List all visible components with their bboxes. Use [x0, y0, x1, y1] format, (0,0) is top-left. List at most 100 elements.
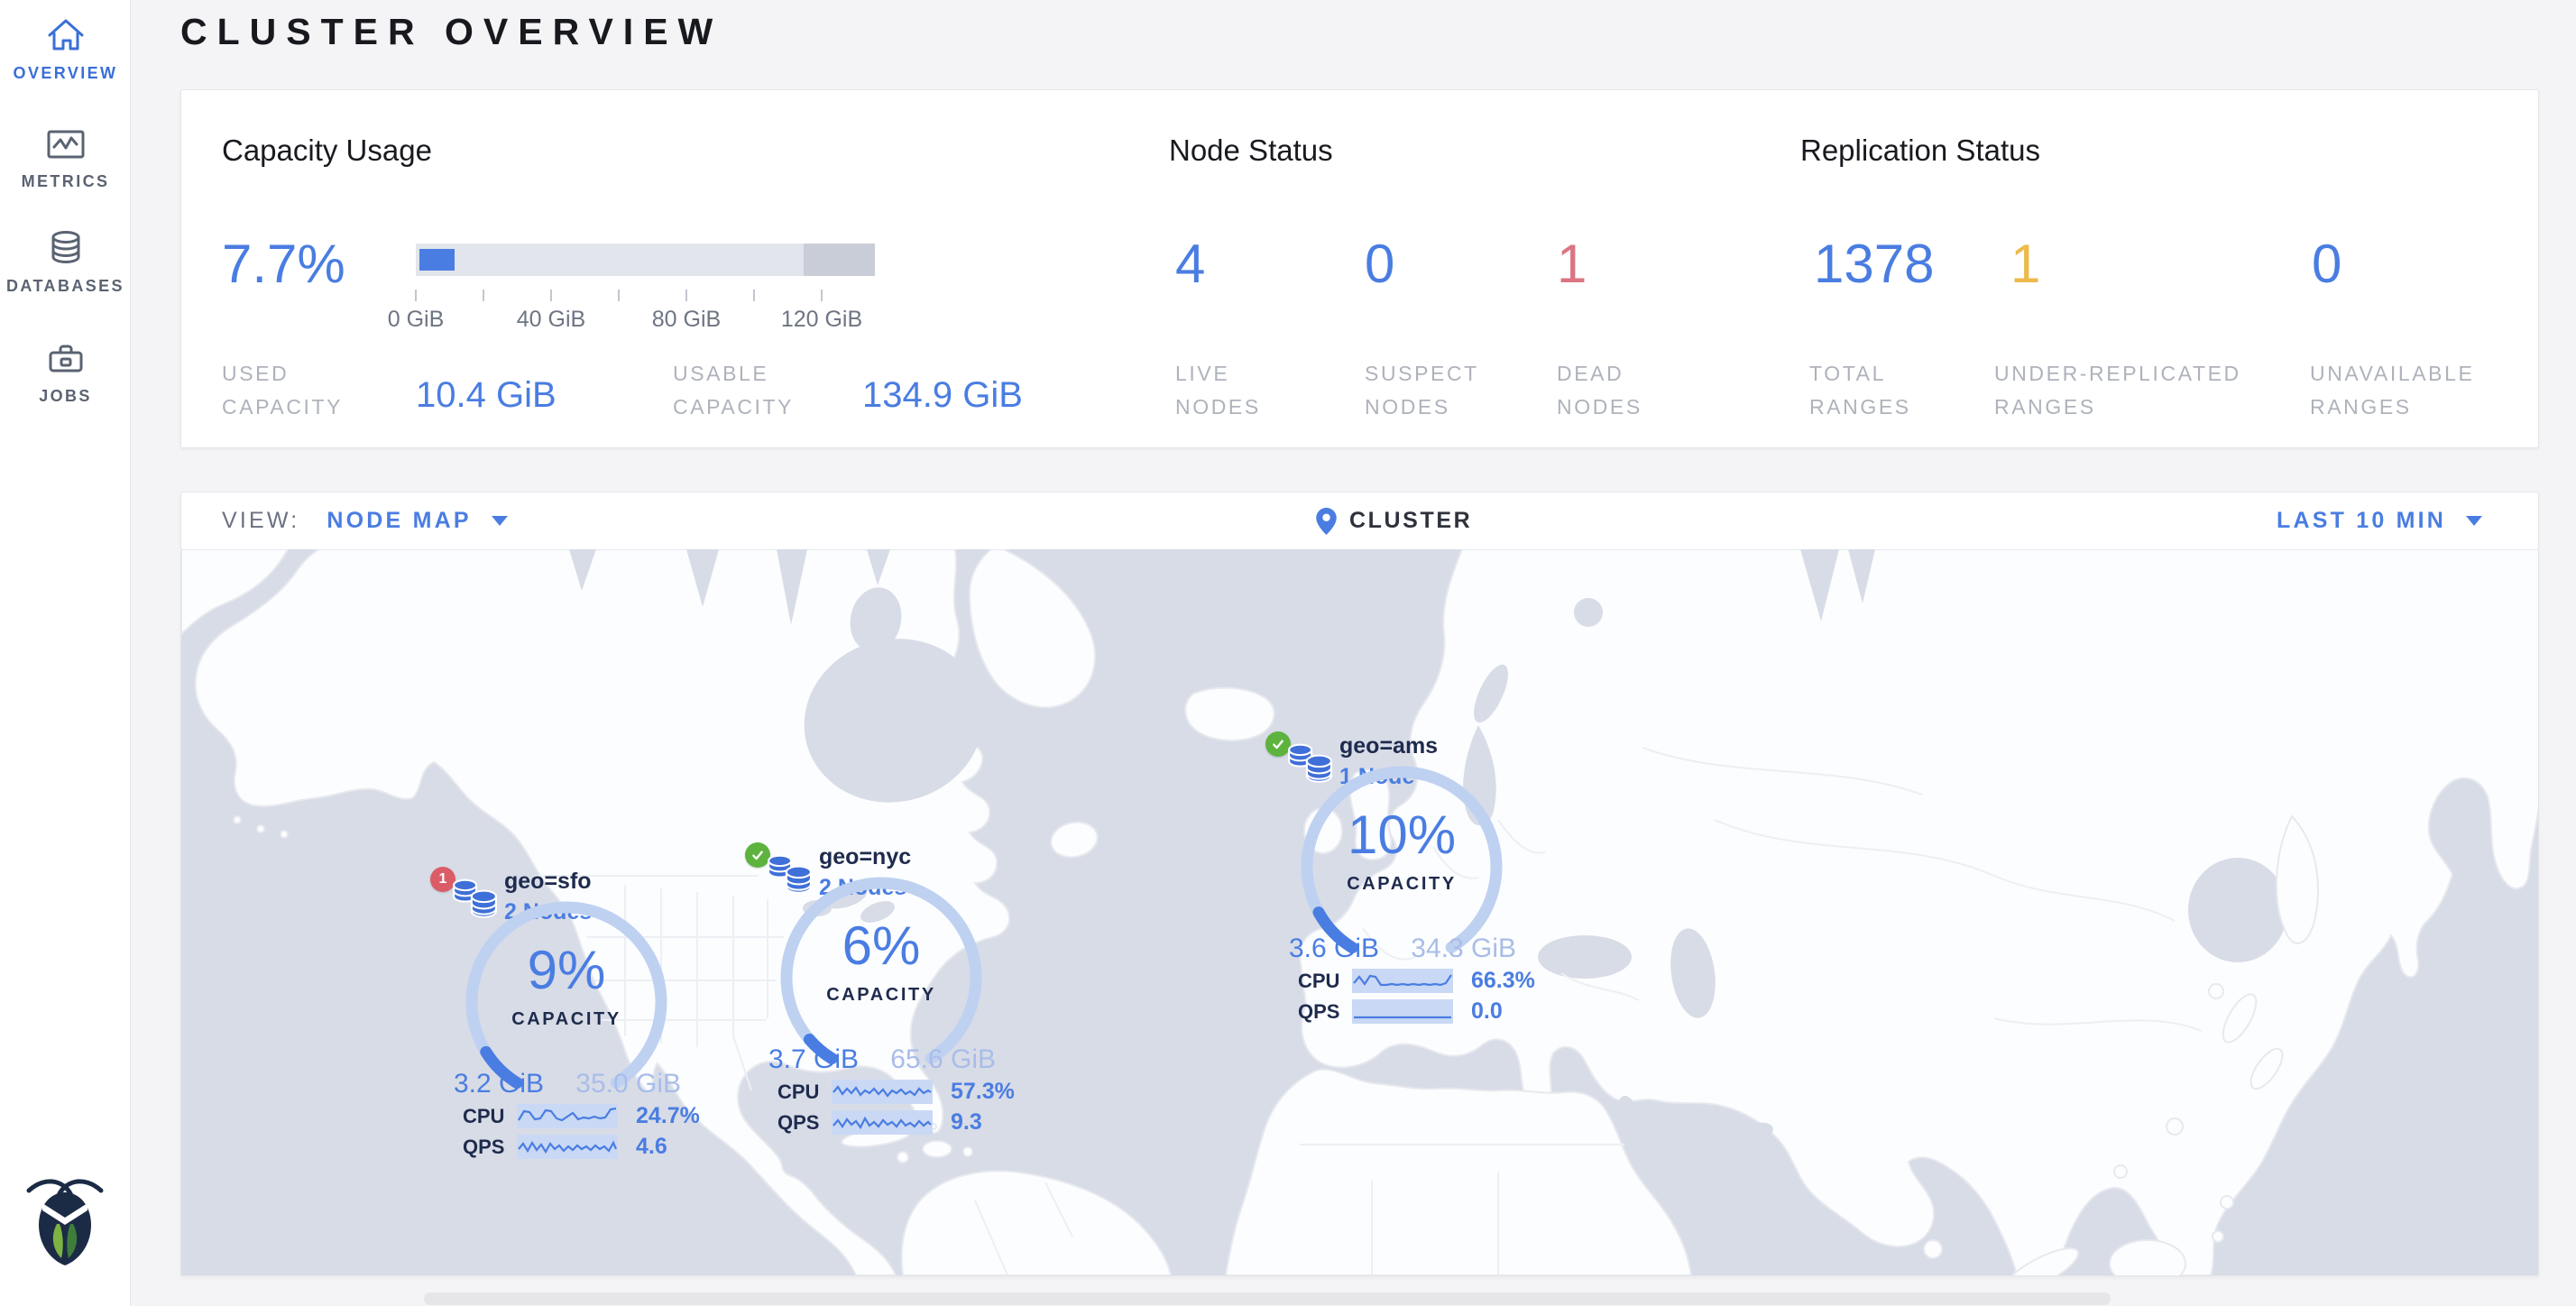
used-capacity: 3.2 GiB — [454, 1069, 544, 1099]
gauge-caption: CAPACITY — [1293, 874, 1510, 895]
time-range-value[interactable]: LAST 10 MIN — [2277, 508, 2446, 534]
live-nodes-label: LIVENODES — [1175, 357, 1261, 424]
unavailable-ranges-count: 0 — [2312, 233, 2341, 295]
axis-tick — [821, 290, 823, 301]
chevron-down-icon[interactable] — [492, 516, 508, 526]
axis-tick — [685, 290, 687, 301]
horizontal-scrollbar[interactable] — [424, 1292, 2111, 1305]
cpu-label: CPU — [463, 1105, 517, 1128]
sidebar: OVERVIEW METRICS DATABASES JOBS — [0, 0, 131, 1306]
sidebar-item-databases[interactable]: DATABASES — [0, 229, 131, 296]
capacity-range: 3.6 GiB 34.3 GiB — [1289, 934, 1516, 964]
locality-name[interactable]: geo=sfo — [504, 869, 592, 895]
suspect-nodes-count: 0 — [1365, 233, 1394, 295]
cpu-metric-row: CPU 57.3% — [777, 1079, 1019, 1105]
cpu-label: CPU — [1298, 970, 1352, 993]
gauge-percent: 10% — [1293, 804, 1510, 866]
capacity-bar — [416, 244, 875, 276]
gauge-caption: CAPACITY — [773, 985, 989, 1006]
capacity-used-percent: 7.7% — [222, 233, 345, 295]
total-capacity: 35.0 GiB — [575, 1069, 681, 1099]
qps-value: 0.0 — [1471, 998, 1503, 1025]
unavailable-ranges-label: UNAVAILABLERANGES — [2310, 357, 2474, 424]
database-icon — [46, 229, 86, 269]
cpu-value: 57.3% — [951, 1079, 1015, 1105]
usable-capacity-value: 134.9 GiB — [862, 375, 1023, 416]
cpu-sparkline — [517, 1104, 618, 1128]
suspect-nodes-label: SUSPECTNODES — [1365, 357, 1479, 424]
total-ranges-count: 1378 — [1814, 233, 1934, 295]
qps-value: 4.6 — [636, 1134, 667, 1160]
qps-metric-row: QPS 9.3 — [777, 1109, 1019, 1136]
qps-label: QPS — [777, 1111, 832, 1135]
replication-status-title: Replication Status — [1800, 133, 2040, 168]
locality-marker-sfo[interactable]: 1 geo=sfo 2 Nodes 9% CAPACITY 3.2 GiB 35… — [427, 867, 708, 1168]
sidebar-item-overview[interactable]: OVERVIEW — [0, 16, 131, 83]
sidebar-item-label: JOBS — [0, 387, 131, 406]
qps-sparkline — [517, 1135, 618, 1159]
sidebar-item-metrics[interactable]: METRICS — [0, 124, 131, 191]
view-label: VIEW: — [222, 508, 299, 534]
chevron-down-icon[interactable] — [2466, 516, 2482, 526]
qps-sparkline — [832, 1110, 933, 1135]
cpu-sparkline — [832, 1080, 933, 1104]
under-replicated-ranges-label: UNDER-REPLICATEDRANGES — [1994, 357, 2241, 424]
total-capacity: 34.3 GiB — [1411, 934, 1516, 964]
sidebar-item-jobs[interactable]: JOBS — [0, 339, 131, 406]
usable-capacity-label: USABLECAPACITY — [673, 357, 794, 424]
check-icon — [1271, 737, 1285, 751]
under-replicated-ranges-count: 1 — [2010, 233, 2040, 295]
cpu-metric-row: CPU 66.3% — [1298, 968, 1540, 994]
gauge-percent: 6% — [773, 915, 989, 977]
node-status-title: Node Status — [1169, 133, 1333, 168]
gauge-caption: CAPACITY — [458, 1009, 675, 1030]
total-ranges-label: TOTALRANGES — [1809, 357, 1911, 424]
map-toolbar: VIEW: NODE MAP CLUSTER LAST 10 MIN — [180, 492, 2539, 549]
home-icon — [46, 16, 86, 56]
qps-label: QPS — [1298, 1000, 1352, 1024]
used-capacity-label: USEDCAPACITY — [222, 357, 343, 424]
cpu-sparkline — [1352, 969, 1453, 993]
locality-name[interactable]: geo=nyc — [819, 844, 911, 870]
axis-tick — [483, 290, 484, 301]
cockroachdb-logo[interactable] — [20, 1173, 110, 1266]
used-capacity: 3.7 GiB — [768, 1044, 859, 1075]
qps-sparkline — [1352, 999, 1453, 1024]
gauge-percent: 9% — [458, 939, 675, 1001]
locality-marker-nyc[interactable]: geo=nyc 2 Nodes 6% CAPACITY 3.7 GiB 65.6… — [741, 842, 1023, 1144]
breadcrumb-cluster[interactable]: CLUSTER — [1349, 508, 1472, 534]
metrics-icon — [46, 124, 86, 164]
axis-tick-label: 120 GiB — [759, 307, 885, 333]
axis-tick — [753, 290, 755, 301]
live-nodes-count: 4 — [1175, 233, 1205, 295]
sidebar-item-label: OVERVIEW — [0, 64, 131, 83]
axis-tick-label: 40 GiB — [488, 307, 614, 333]
cpu-label: CPU — [777, 1081, 832, 1104]
used-capacity: 3.6 GiB — [1289, 934, 1379, 964]
axis-tick — [550, 290, 552, 301]
briefcase-icon — [46, 339, 86, 379]
capacity-bar-overhead-segment — [804, 244, 875, 276]
locality-marker-ams[interactable]: geo=ams 1 Node 10% CAPACITY 3.6 GiB 34.3… — [1262, 731, 1543, 1033]
axis-tick — [618, 290, 620, 301]
used-capacity-value: 10.4 GiB — [416, 375, 557, 416]
axis-tick-label: 80 GiB — [623, 307, 750, 333]
total-capacity: 65.6 GiB — [890, 1044, 996, 1075]
page-title: CLUSTER OVERVIEW — [180, 11, 722, 53]
qps-label: QPS — [463, 1136, 517, 1159]
qps-metric-row: QPS 0.0 — [1298, 998, 1540, 1025]
cpu-metric-row: CPU 24.7% — [463, 1103, 704, 1129]
breadcrumb[interactable]: CLUSTER — [1316, 508, 1472, 535]
qps-value: 9.3 — [951, 1109, 982, 1136]
node-map: 1 geo=sfo 2 Nodes 9% CAPACITY 3.2 GiB 35… — [180, 549, 2539, 1276]
qps-metric-row: QPS 4.6 — [463, 1134, 704, 1160]
sidebar-item-label: METRICS — [0, 172, 131, 191]
axis-tick — [415, 290, 417, 301]
locality-name[interactable]: geo=ams — [1339, 733, 1438, 759]
time-range-selector[interactable]: LAST 10 MIN — [2277, 508, 2482, 534]
capacity-range: 3.2 GiB 35.0 GiB — [454, 1069, 681, 1099]
capacity-range: 3.7 GiB 65.6 GiB — [768, 1044, 996, 1075]
cpu-value: 24.7% — [636, 1103, 700, 1129]
cluster-summary-panel: Capacity Usage 7.7% 0 GiB 40 GiB 80 GiB … — [180, 89, 2539, 448]
view-selector[interactable]: NODE MAP — [327, 508, 471, 534]
